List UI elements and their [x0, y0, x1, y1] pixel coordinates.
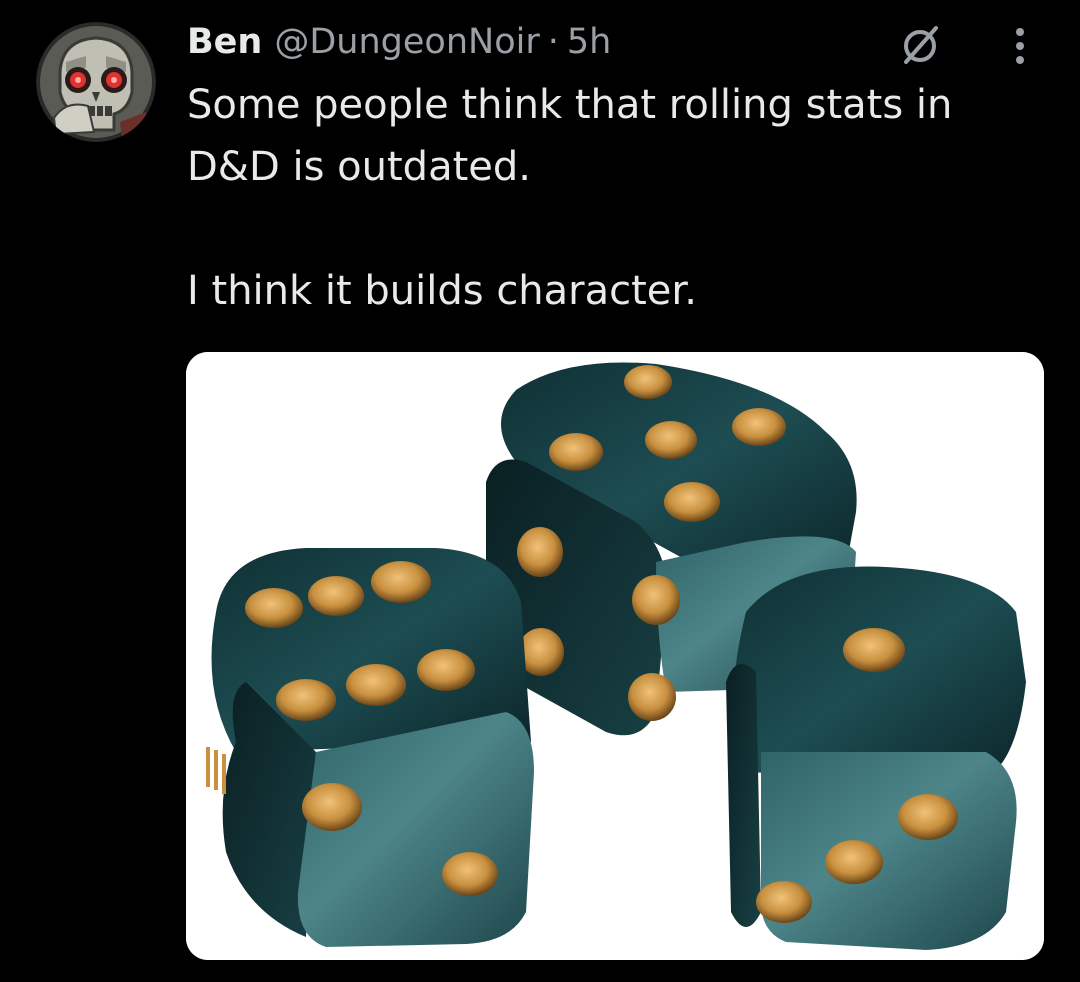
tweet-text-line: Some people think that rolling stats in: [187, 82, 953, 128]
timestamp[interactable]: 5h: [567, 14, 611, 70]
tweet-text-line: D&D is outdated.: [187, 144, 531, 190]
author-handle[interactable]: @DungeonNoir: [274, 14, 539, 70]
dice-image: [186, 352, 1044, 960]
skull-avatar-icon: [36, 22, 156, 142]
tweet-header: Ben @DungeonNoir · 5h: [187, 14, 611, 70]
die-left: [206, 548, 534, 947]
tweet-card[interactable]: Ben @DungeonNoir · 5h Some people think …: [0, 0, 1080, 982]
slashed-circle-icon[interactable]: [898, 22, 942, 66]
die-right: [726, 566, 1026, 950]
tweet-text-line: I think it builds character.: [187, 268, 697, 314]
tweet-text: Some people think that rolling stats in …: [187, 74, 1057, 322]
author-name[interactable]: Ben: [187, 14, 262, 70]
tweet-media-image[interactable]: [186, 352, 1044, 960]
separator-dot: ·: [547, 22, 559, 62]
more-options-icon[interactable]: [1000, 20, 1040, 68]
avatar[interactable]: [36, 22, 156, 142]
